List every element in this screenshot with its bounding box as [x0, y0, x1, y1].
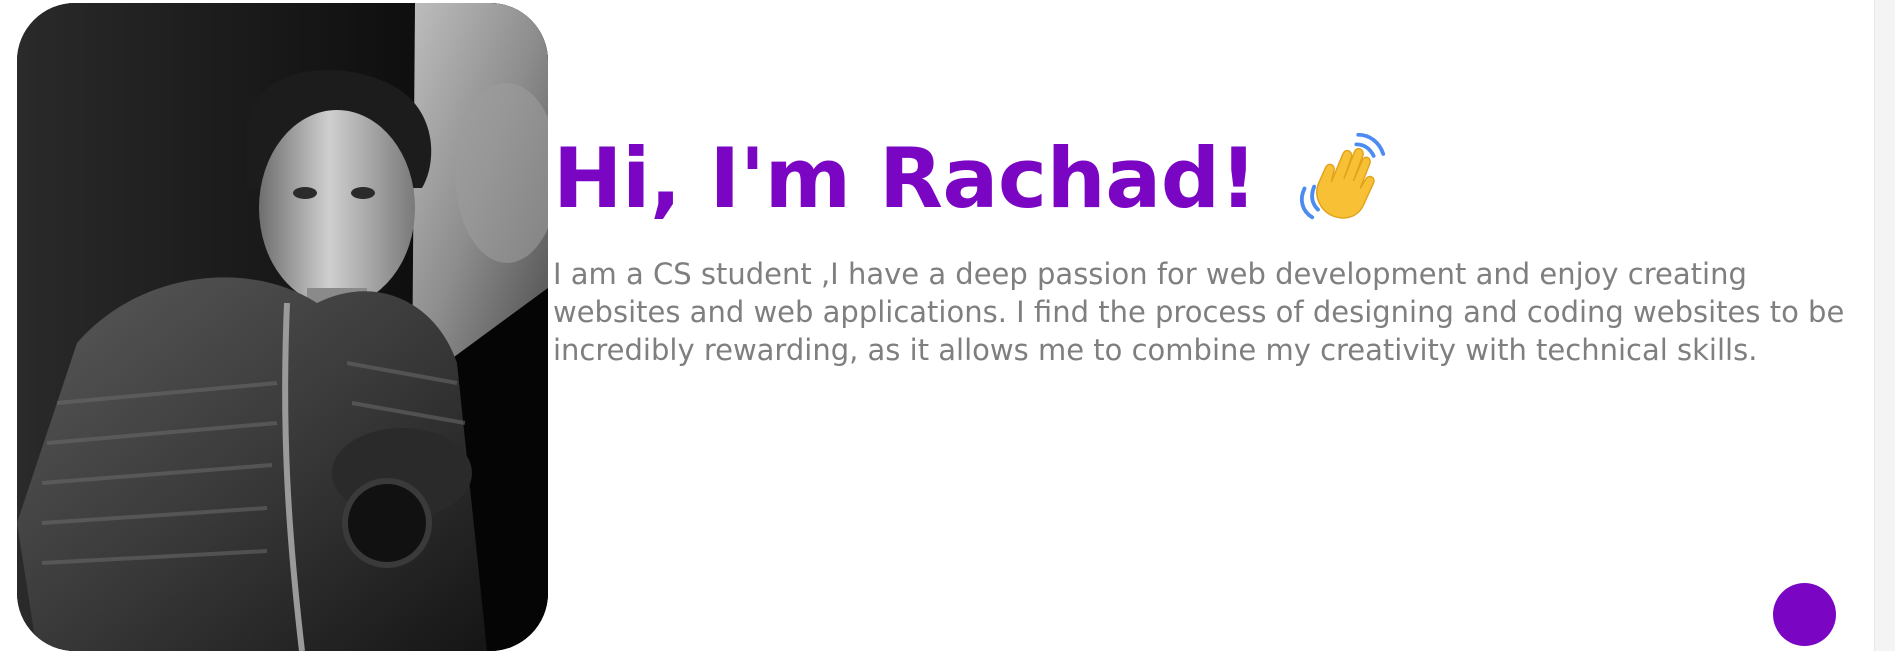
profile-photo: [17, 3, 548, 651]
hero-heading: Hi, I'm Rachad!: [553, 125, 1873, 233]
profile-photo-illustration: [17, 3, 548, 651]
greeting-text: Hi, I'm Rachad!: [553, 130, 1258, 227]
page-scrollbar[interactable]: [1874, 0, 1895, 651]
waving-hand-icon: [1293, 129, 1389, 225]
floating-action-button[interactable]: [1773, 583, 1836, 646]
scrollbar-thumb[interactable]: [1879, 0, 1891, 651]
intro-paragraph: I am a CS student ,I have a deep passion…: [553, 257, 1845, 367]
hero-section: Hi, I'm Rachad! I am a CS student ,I hav…: [553, 125, 1873, 369]
